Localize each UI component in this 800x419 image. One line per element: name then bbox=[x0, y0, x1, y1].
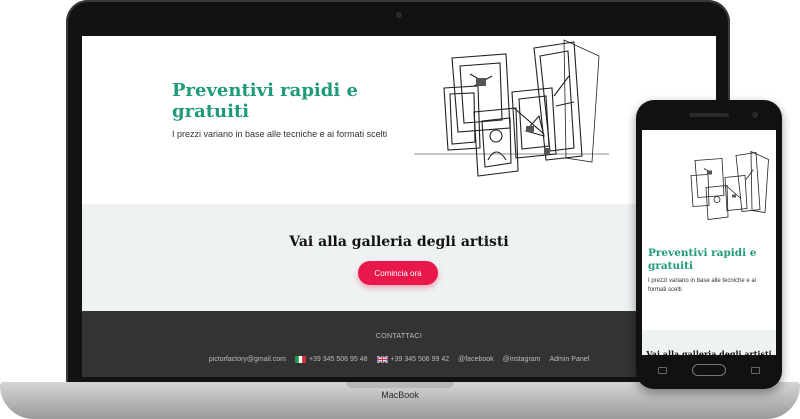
laptop-brand-label: MacBook bbox=[381, 390, 419, 400]
phone-it-link[interactable]: +39 345 506 95 48 bbox=[294, 356, 368, 363]
frames-illustration bbox=[414, 39, 609, 177]
phone-it-number: +39 345 506 95 48 bbox=[308, 356, 368, 363]
phone-speaker bbox=[689, 113, 729, 117]
phone-uk-number: +39 345 506 99 42 bbox=[390, 356, 450, 363]
phone-frame: Preventivi rapidi e gratuiti I prezzi va… bbox=[636, 100, 782, 389]
instagram-link[interactable]: @instagram bbox=[503, 356, 541, 363]
laptop-notch bbox=[346, 382, 454, 388]
footer: CONTATTACI pictorfactory@gmail.com +39 3… bbox=[82, 311, 716, 377]
hero-section: Preventivi rapidi e gratuiti I prezzi va… bbox=[82, 36, 716, 204]
home-button[interactable] bbox=[692, 364, 726, 376]
hero-title: Preventivi rapidi e gratuiti bbox=[648, 247, 757, 272]
phone-camera bbox=[752, 112, 758, 118]
hero-subtitle: I prezzi variano in base alle tecniche e… bbox=[648, 278, 757, 293]
phone-uk-link[interactable]: +39 345 506 99 42 bbox=[376, 356, 450, 363]
phone-nav-bar bbox=[636, 362, 782, 378]
contact-heading: CONTATTACI bbox=[375, 333, 423, 340]
italy-flag-icon bbox=[294, 356, 306, 363]
facebook-link[interactable]: @facebook bbox=[458, 356, 494, 363]
gallery-title: Vai alla galleria degli artisti bbox=[289, 234, 509, 250]
recent-apps-icon[interactable] bbox=[751, 367, 760, 374]
gallery-title: Vai alla galleria degli artisti bbox=[646, 349, 772, 355]
hero-title: Preventivi rapidi e gratuiti bbox=[172, 80, 358, 122]
hero-subtitle: I prezzi variano in base alle tecniche e… bbox=[172, 129, 388, 139]
uk-flag-icon bbox=[376, 356, 388, 363]
gallery-section: Vai alla galleria degli artisti bbox=[642, 330, 776, 355]
admin-panel-link[interactable]: Admin Panel bbox=[550, 356, 590, 363]
laptop-camera bbox=[396, 12, 402, 18]
phone-screen: Preventivi rapidi e gratuiti I prezzi va… bbox=[642, 130, 776, 355]
email-link[interactable]: pictorfactory@gmail.com bbox=[209, 356, 286, 363]
laptop-screen: Preventivi rapidi e gratuiti I prezzi va… bbox=[82, 36, 716, 377]
frames-illustration bbox=[690, 150, 769, 220]
footer-links: pictorfactory@gmail.com +39 345 506 95 4… bbox=[82, 356, 716, 363]
start-now-button[interactable]: Comincia ora bbox=[358, 261, 438, 285]
back-icon[interactable] bbox=[658, 367, 667, 374]
gallery-section: Vai alla galleria degli artisti Comincia… bbox=[82, 204, 716, 311]
